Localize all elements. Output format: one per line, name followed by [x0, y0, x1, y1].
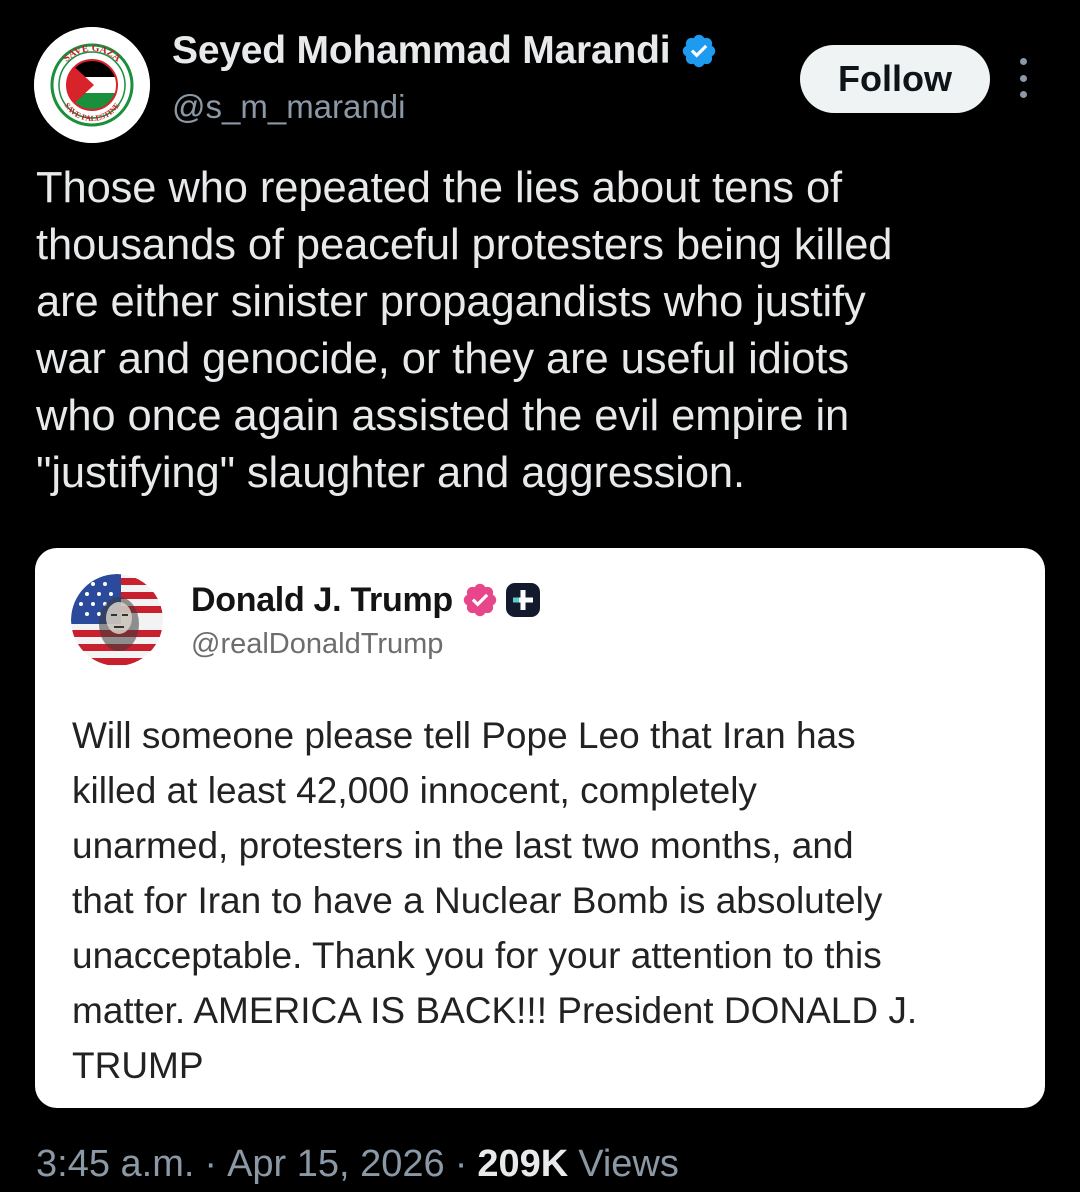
quoted-verified-badge-icon: [461, 581, 499, 619]
quoted-post-card[interactable]: Donald J. Trump @realDonaldTrump Will so…: [35, 548, 1045, 1108]
author-display-name[interactable]: Seyed Mohammad Marandi: [172, 29, 671, 73]
tweet-text: Those who repeated the lies about tens o…: [36, 164, 893, 497]
quoted-post-text: Will someone please tell Pope Leo that I…: [72, 715, 918, 1086]
follow-button[interactable]: Follow: [800, 45, 990, 113]
flag-portrait-icon: [71, 574, 163, 666]
quoted-author-display-name[interactable]: Donald J. Trump: [191, 581, 453, 620]
post-time[interactable]: 3:45 a.m.: [36, 1143, 194, 1186]
more-options-icon[interactable]: [1012, 58, 1034, 98]
post-date[interactable]: Apr 15, 2026: [227, 1143, 445, 1186]
separator-dot: ·: [204, 1143, 218, 1185]
truth-plus-badge-icon: [505, 582, 541, 618]
quoted-author-handle: @realDonaldTrump: [191, 628, 444, 660]
separator-dot: ·: [454, 1143, 468, 1185]
views-label: Views: [578, 1143, 679, 1185]
save-gaza-logo: SAVE GAZA SAVE PALESTINE: [34, 27, 150, 143]
tweet-metadata: 3:45 a.m. · Apr 15, 2026 · 209K Views: [36, 1143, 679, 1186]
author-name-line: Seyed Mohammad Marandi: [172, 28, 718, 74]
views-count[interactable]: 209K: [477, 1143, 568, 1186]
quoted-author-avatar[interactable]: [71, 574, 163, 666]
author-avatar[interactable]: SAVE GAZA SAVE PALESTINE: [34, 27, 150, 143]
verified-badge-icon[interactable]: [680, 32, 718, 70]
quoted-author-name-line: Donald J. Trump: [191, 578, 541, 622]
tweet-container: SAVE GAZA SAVE PALESTINE Seyed Mohammad …: [0, 0, 1080, 1192]
author-handle[interactable]: @s_m_marandi: [172, 88, 405, 126]
